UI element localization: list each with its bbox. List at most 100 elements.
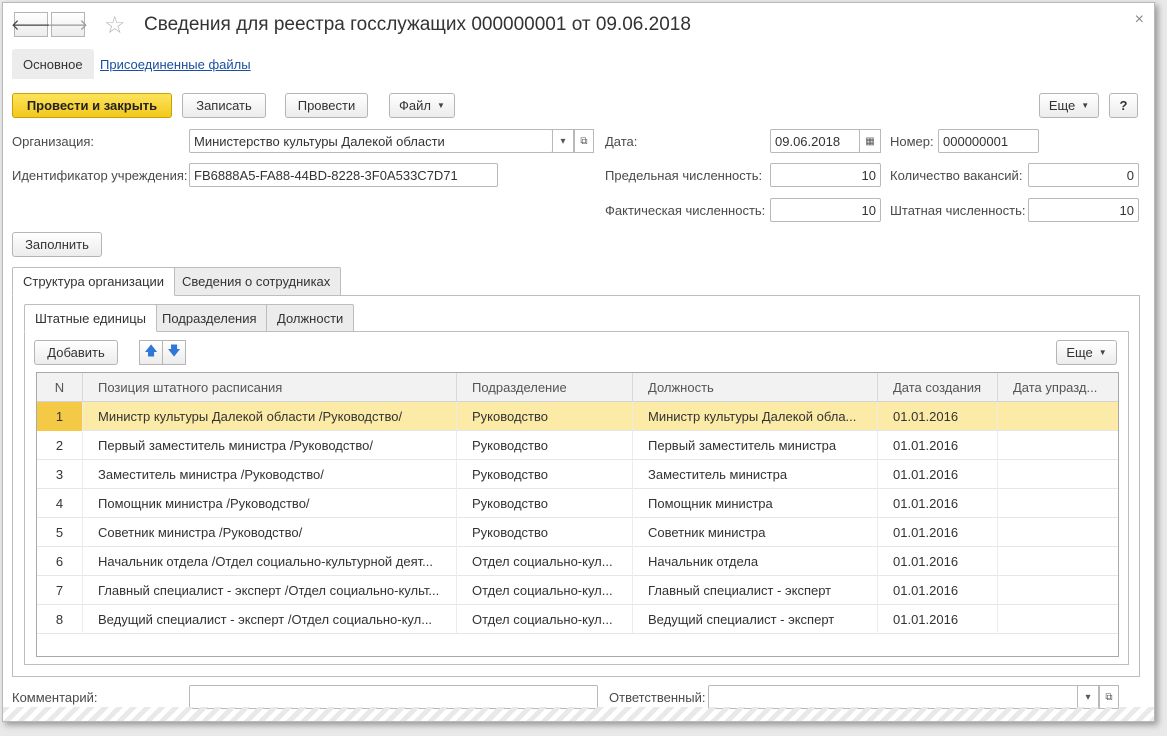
position-cell: Главный специалист - эксперт /Отдел соци…	[83, 576, 457, 605]
organization-field[interactable]: Министерство культуры Далекой области	[189, 129, 553, 153]
torn-edge	[3, 707, 1154, 721]
created-date-cell: 01.01.2016	[878, 547, 998, 576]
abolished-date-cell	[998, 576, 1118, 605]
column-header-n[interactable]: N	[37, 373, 83, 402]
date-field[interactable]: 09.06.2018	[770, 129, 860, 153]
column-header-created[interactable]: Дата создания	[878, 373, 998, 402]
job-cell: Первый заместитель министра	[633, 431, 878, 460]
department-cell: Руководство	[457, 518, 633, 547]
row-number: 8	[37, 605, 83, 634]
created-date-cell: 01.01.2016	[878, 460, 998, 489]
staff-count-field[interactable]: 10	[1028, 198, 1139, 222]
column-header-position[interactable]: Позиция штатного расписания	[83, 373, 457, 402]
table-row[interactable]: 4 Помощник министра /Руководство/Руководс…	[37, 489, 1118, 518]
department-cell: Руководство	[457, 489, 633, 518]
chevron-down-icon: ▼	[1081, 101, 1090, 110]
add-button[interactable]: Добавить	[34, 340, 118, 365]
back-button[interactable]: 🡐	[10, 12, 52, 37]
column-header-abolished[interactable]: Дата упразд...	[998, 373, 1118, 402]
close-icon[interactable]: ×	[1135, 11, 1144, 29]
job-cell: Заместитель министра	[633, 460, 878, 489]
grid-more-button[interactable]: Еще ▼	[1056, 340, 1117, 365]
organization-label: Организация:	[12, 134, 95, 149]
row-number: 1	[37, 402, 83, 431]
table-header: N Позиция штатного расписания Подразделе…	[37, 373, 1118, 402]
created-date-cell: 01.01.2016	[878, 402, 998, 431]
tab-departments[interactable]: Подразделения	[151, 304, 268, 332]
open-icon[interactable]: ⧉	[574, 129, 594, 153]
row-number: 7	[37, 576, 83, 605]
row-number: 6	[37, 547, 83, 576]
job-cell: Помощник министра	[633, 489, 878, 518]
comment-field[interactable]	[189, 685, 598, 709]
date-label: Дата:	[605, 134, 638, 149]
tab-staff-units[interactable]: Штатные единицы	[24, 304, 158, 332]
vacancies-label: Количество вакансий:	[890, 168, 1023, 183]
tab-positions[interactable]: Должности	[266, 304, 355, 332]
arrow-down-icon: 🡇	[167, 342, 181, 358]
position-cell: Ведущий специалист - эксперт /Отдел соци…	[83, 605, 457, 634]
job-cell: Министр культуры Далекой обла...	[633, 402, 878, 431]
position-cell: Министр культуры Далекой области /Руково…	[83, 402, 457, 431]
comment-label: Комментарий:	[12, 690, 98, 705]
position-cell: Заместитель министра /Руководство/	[83, 460, 457, 489]
created-date-cell: 01.01.2016	[878, 489, 998, 518]
department-cell: Отдел социально-кул...	[457, 605, 633, 634]
job-cell: Ведущий специалист - эксперт	[633, 605, 878, 634]
document-window: 🡐 🡒 ☆ Сведения для реестра госслужащих 0…	[2, 2, 1155, 722]
position-cell: Первый заместитель министра /Руководство…	[83, 431, 457, 460]
fill-button[interactable]: Заполнить	[12, 232, 102, 257]
open-icon[interactable]: ⧉	[1099, 685, 1119, 709]
job-cell: Начальник отдела	[633, 547, 878, 576]
created-date-cell: 01.01.2016	[878, 576, 998, 605]
created-date-cell: 01.01.2016	[878, 605, 998, 634]
staff-units-table[interactable]: N Позиция штатного расписания Подразделе…	[36, 372, 1119, 657]
save-button[interactable]: Записать	[182, 93, 266, 118]
number-field[interactable]: 000000001	[938, 129, 1039, 153]
forward-button[interactable]: 🡒	[47, 12, 89, 37]
department-cell: Отдел социально-кул...	[457, 576, 633, 605]
table-row[interactable]: 2 Первый заместитель министра /Руководств…	[37, 431, 1118, 460]
limit-count-field[interactable]: 10	[770, 163, 881, 187]
tab-structure[interactable]: Структура организации	[12, 267, 176, 296]
actual-count-field[interactable]: 10	[770, 198, 881, 222]
institution-id-field[interactable]: FB6888A5-FA88-44BD-8228-3F0A533C7D71	[189, 163, 498, 187]
more-button[interactable]: Еще ▼	[1039, 93, 1099, 118]
actual-count-label: Фактическая численность:	[605, 203, 766, 218]
table-row[interactable]: 3 Заместитель министра /Руководство/Руков…	[37, 460, 1118, 489]
column-header-job[interactable]: Должность	[633, 373, 878, 402]
arrow-left-icon: 🡐	[10, 17, 52, 34]
row-number: 4	[37, 489, 83, 518]
dropdown-icon[interactable]: ▾	[1077, 685, 1099, 709]
calendar-icon[interactable]: ▦	[859, 129, 881, 153]
abolished-date-cell	[998, 489, 1118, 518]
dropdown-icon[interactable]: ▾	[552, 129, 574, 153]
responsible-field[interactable]	[708, 685, 1078, 709]
table-row[interactable]: 6 Начальник отдела /Отдел социально-культ…	[37, 547, 1118, 576]
row-number: 2	[37, 431, 83, 460]
department-cell: Руководство	[457, 460, 633, 489]
table-row[interactable]: 8 Ведущий специалист - эксперт /Отдел соц…	[37, 605, 1118, 634]
table-row[interactable]: 1 Министр культуры Далекой области /Руков…	[37, 402, 1118, 431]
tab-employees[interactable]: Сведения о сотрудниках	[171, 267, 342, 296]
column-header-department[interactable]: Подразделение	[457, 373, 633, 402]
vacancies-field[interactable]: 0	[1028, 163, 1139, 187]
post-and-close-button[interactable]: Провести и закрыть	[12, 93, 172, 118]
grid-more-label: Еще	[1066, 345, 1093, 360]
tab-main[interactable]: Основное	[12, 49, 94, 79]
row-number: 5	[37, 518, 83, 547]
position-cell: Помощник министра /Руководство/	[83, 489, 457, 518]
tab-attached-files[interactable]: Присоединенные файлы	[89, 49, 262, 79]
table-row[interactable]: 5 Советник министра /Руководство/Руководс…	[37, 518, 1118, 547]
post-button[interactable]: Провести	[285, 93, 368, 118]
file-menu-button[interactable]: Файл ▼	[389, 93, 455, 118]
created-date-cell: 01.01.2016	[878, 518, 998, 547]
arrow-right-icon: 🡒	[47, 17, 89, 34]
position-cell: Начальник отдела /Отдел социально-культу…	[83, 547, 457, 576]
move-down-button[interactable]: 🡇	[162, 340, 186, 365]
star-icon[interactable]: ☆	[104, 11, 126, 40]
move-up-button[interactable]: 🡅	[139, 340, 163, 365]
responsible-label: Ответственный:	[609, 690, 706, 705]
help-button[interactable]: ?	[1109, 93, 1138, 118]
table-row[interactable]: 7 Главный специалист - эксперт /Отдел соц…	[37, 576, 1118, 605]
